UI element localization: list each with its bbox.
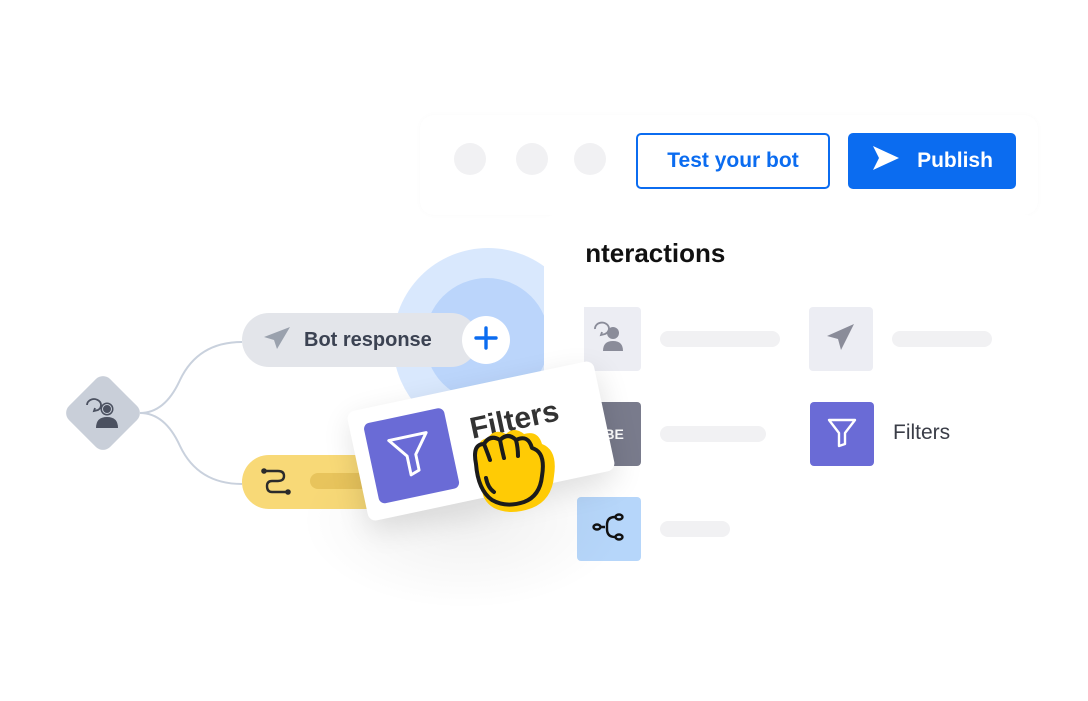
placeholder-bar bbox=[660, 331, 780, 347]
placeholder-bar bbox=[660, 521, 730, 537]
bot-response-node[interactable]: Bot response bbox=[242, 313, 478, 367]
add-node-button[interactable] bbox=[462, 316, 510, 364]
filter-tile bbox=[362, 407, 461, 505]
placeholder-bar bbox=[660, 426, 766, 442]
user-chat-icon bbox=[591, 319, 627, 360]
filter-icon bbox=[381, 424, 441, 488]
filters-label: Filters bbox=[893, 421, 951, 444]
filter-icon bbox=[825, 415, 859, 454]
user-chat-icon bbox=[80, 390, 126, 436]
flow-connector bbox=[140, 341, 243, 485]
plus-icon bbox=[473, 325, 499, 356]
bot-response-label: Bot response bbox=[304, 328, 432, 351]
interaction-item-send[interactable] bbox=[809, 307, 873, 371]
interactions-title: Interactions bbox=[578, 238, 726, 268]
window-dot bbox=[454, 143, 486, 175]
placeholder-bar bbox=[892, 331, 992, 347]
test-bot-label: Test your bot bbox=[667, 149, 799, 172]
window-dot bbox=[516, 143, 548, 175]
window-dot bbox=[574, 143, 606, 175]
test-bot-button[interactable]: Test your bot bbox=[636, 133, 830, 189]
publish-label: Publish bbox=[917, 149, 993, 172]
grab-hand-icon bbox=[466, 420, 566, 520]
interaction-item-filters[interactable] bbox=[810, 402, 874, 466]
send-icon bbox=[871, 144, 901, 178]
send-icon bbox=[262, 325, 292, 356]
publish-button[interactable]: Publish bbox=[848, 133, 1016, 189]
route-icon bbox=[260, 467, 296, 502]
send-icon bbox=[824, 320, 858, 359]
